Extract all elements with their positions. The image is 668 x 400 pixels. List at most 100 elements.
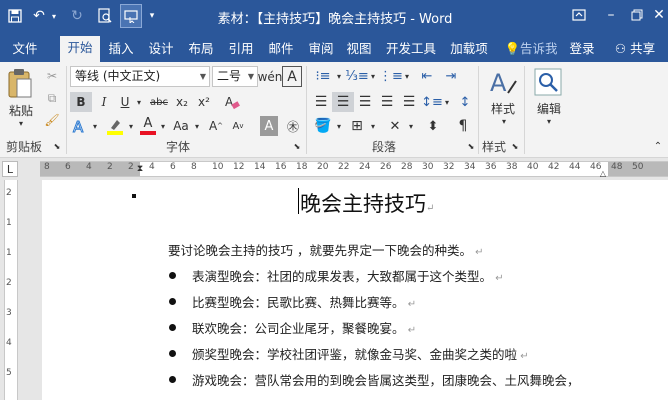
superscript-button[interactable]: x² <box>194 92 214 112</box>
align-left-icon[interactable]: ☰ <box>310 92 332 112</box>
font-name-combo[interactable]: 等线 (中文正文) ▼ <box>70 66 210 87</box>
asian-layout-dropdown-icon[interactable]: ▾ <box>406 116 416 136</box>
shading-dropdown-icon[interactable]: ▾ <box>334 116 344 136</box>
enclose-char-icon[interactable]: ㊍ <box>284 116 302 136</box>
char-shading-icon[interactable]: A <box>260 116 278 136</box>
grow-font-icon[interactable]: A ^ <box>206 116 226 136</box>
bullets-icon[interactable]: ⁝≡ <box>312 66 334 86</box>
tab-references[interactable]: 引用 <box>224 38 258 62</box>
list-item[interactable]: 游戏晚会：营队常会用的到晚会皆属这类型，团康晚会、土风舞晚会， <box>192 370 580 389</box>
numbering-dropdown-icon[interactable]: ▾ <box>368 66 378 86</box>
highlight-icon[interactable] <box>104 116 126 136</box>
login-link[interactable]: 登录 <box>566 38 598 62</box>
tab-mailings[interactable]: 邮件 <box>264 38 298 62</box>
tell-me-search[interactable]: 💡告诉我 <box>502 38 560 62</box>
line-spacing-icon[interactable]: ↕≡ <box>421 92 443 112</box>
editing-dropdown-icon[interactable]: ▾ <box>543 116 555 126</box>
font-color-button[interactable]: A <box>138 116 158 136</box>
minimize-icon[interactable]: – <box>600 4 622 26</box>
paste-dropdown-icon[interactable]: ▾ <box>14 118 28 128</box>
print-preview-icon[interactable] <box>94 4 116 28</box>
styles-gallery-icon[interactable]: A <box>486 66 520 98</box>
bold-button[interactable]: B <box>70 92 92 112</box>
horizontal-ruler[interactable]: L 8 6 4 2 2 4 6 8 10 12 14 16 18 20 22 24 26 28 30 32 34 36 38… <box>0 158 668 180</box>
ribbon-display-icon[interactable] <box>568 4 590 26</box>
change-case-icon[interactable]: wén <box>258 66 283 87</box>
indent-marker-icon[interactable]: ⧗ <box>135 158 145 180</box>
change-case-button[interactable]: Aa <box>170 116 192 136</box>
editing-button[interactable]: 编辑 <box>530 100 568 116</box>
italic-button[interactable]: I <box>94 92 114 112</box>
tab-home[interactable]: 开始 <box>60 36 100 62</box>
distributed-icon[interactable]: ☰ <box>398 92 420 112</box>
tab-design[interactable]: 设计 <box>144 38 178 62</box>
decrease-indent-icon[interactable]: ⇤ <box>416 66 438 86</box>
tab-developer[interactable]: 开发工具 <box>382 38 440 62</box>
underline-dropdown-icon[interactable]: ▾ <box>134 92 144 112</box>
clear-format-icon[interactable]: A <box>222 92 242 112</box>
cut-icon[interactable]: ✂ <box>42 66 62 86</box>
paste-button[interactable]: 粘贴 <box>4 102 38 118</box>
font-launcher-icon[interactable]: ⬊ <box>292 140 302 152</box>
redo-icon[interactable]: ↻ <box>66 4 88 28</box>
highlight-dropdown-icon[interactable]: ▾ <box>126 116 136 136</box>
line-spacing-dropdown-icon[interactable]: ▾ <box>442 92 452 112</box>
subscript-button[interactable]: x₂ <box>172 92 192 112</box>
shrink-font-icon[interactable]: Av <box>228 116 248 136</box>
tab-selector-icon[interactable]: L <box>2 161 18 177</box>
numbering-icon[interactable]: ⅓≡ <box>345 66 369 86</box>
asian-layout-icon[interactable]: ✕ <box>384 116 406 136</box>
char-border-icon[interactable]: A <box>282 66 302 87</box>
font-color-dropdown-icon[interactable]: ▾ <box>158 116 168 136</box>
align-right-icon[interactable]: ☰ <box>354 92 376 112</box>
tab-file[interactable]: 文件 <box>2 38 48 62</box>
styles-button[interactable]: 样式 <box>484 100 522 116</box>
document-title[interactable]: 晚会主持技巧↵ <box>300 188 434 218</box>
document-page[interactable]: 晚会主持技巧↵ 要讨论晚会主持的技巧 ，就要先界定一下晚会的种类。 ↵ 表演型晚… <box>42 180 668 400</box>
strikethrough-button[interactable]: abc <box>146 92 172 112</box>
underline-button[interactable]: U <box>116 92 134 112</box>
tab-insert[interactable]: 插入 <box>104 38 138 62</box>
intro-paragraph[interactable]: 要讨论晚会主持的技巧 ，就要先界定一下晚会的种类。 ↵ <box>168 240 484 259</box>
styles-dropdown-icon[interactable]: ▾ <box>498 116 510 126</box>
list-item[interactable]: 颁奖型晚会：学校社团评鉴，就像金马奖、金曲奖之类的啦 ↵ <box>192 344 529 363</box>
change-case-dropdown-icon[interactable]: ▾ <box>192 116 202 136</box>
close-icon[interactable]: ✕ <box>648 4 668 26</box>
shading-icon[interactable]: 🪣 <box>312 116 334 136</box>
copy-icon[interactable]: ⧉ <box>42 88 62 108</box>
paste-icon[interactable] <box>6 66 34 100</box>
list-item[interactable]: 表演型晚会：社团的成果发表，大致都属于这个类型。 ↵ <box>192 266 504 285</box>
text-effects-icon[interactable]: A <box>70 116 90 136</box>
list-item[interactable]: 比赛型晚会：民歌比赛、热舞比赛等。 ↵ <box>192 292 416 311</box>
tab-view[interactable]: 视图 <box>342 38 376 62</box>
list-item[interactable]: 联欢晚会：公司企业尾牙，聚餐晚宴。 ↵ <box>192 318 416 337</box>
multilevel-list-icon[interactable]: ⋮≡ <box>379 66 403 86</box>
maximize-icon[interactable] <box>626 4 648 26</box>
tab-review[interactable]: 审阅 <box>304 38 338 62</box>
undo-dropdown-icon[interactable]: ▾ <box>48 4 60 28</box>
tab-addins[interactable]: 加载项 <box>446 38 492 62</box>
text-effects-dropdown-icon[interactable]: ▾ <box>90 116 100 136</box>
customize-toolbar-icon[interactable]: ▾ <box>146 4 158 28</box>
char-scale-icon[interactable]: ⬍ <box>422 116 444 136</box>
font-size-combo[interactable]: 二号 ▼ <box>212 66 258 87</box>
touch-mode-icon[interactable] <box>120 4 142 28</box>
undo-icon[interactable]: ↶ <box>30 4 48 28</box>
borders-dropdown-icon[interactable]: ▾ <box>368 116 378 136</box>
show-marks-icon[interactable]: ¶ <box>452 116 474 136</box>
share-button[interactable]: ⚇ 共享 <box>606 38 664 62</box>
multilevel-dropdown-icon[interactable]: ▾ <box>402 66 412 86</box>
borders-icon[interactable]: ⊞ <box>346 116 368 136</box>
align-center-icon[interactable]: ☰ <box>332 92 354 112</box>
sort-icon[interactable]: ↕ <box>454 92 476 112</box>
bullets-dropdown-icon[interactable]: ▾ <box>334 66 344 86</box>
clipboard-launcher-icon[interactable]: ⬊ <box>52 140 62 152</box>
tab-layout[interactable]: 布局 <box>184 38 218 62</box>
justify-icon[interactable]: ☰ <box>376 92 398 112</box>
format-painter-icon[interactable]: 🖌 <box>42 110 62 130</box>
save-icon[interactable] <box>4 4 26 28</box>
collapse-ribbon-icon[interactable]: ⌃ <box>652 140 664 152</box>
styles-launcher-icon[interactable]: ⬊ <box>510 140 520 152</box>
increase-indent-icon[interactable]: ⇥ <box>440 66 462 86</box>
paragraph-launcher-icon[interactable]: ⬊ <box>466 140 476 152</box>
